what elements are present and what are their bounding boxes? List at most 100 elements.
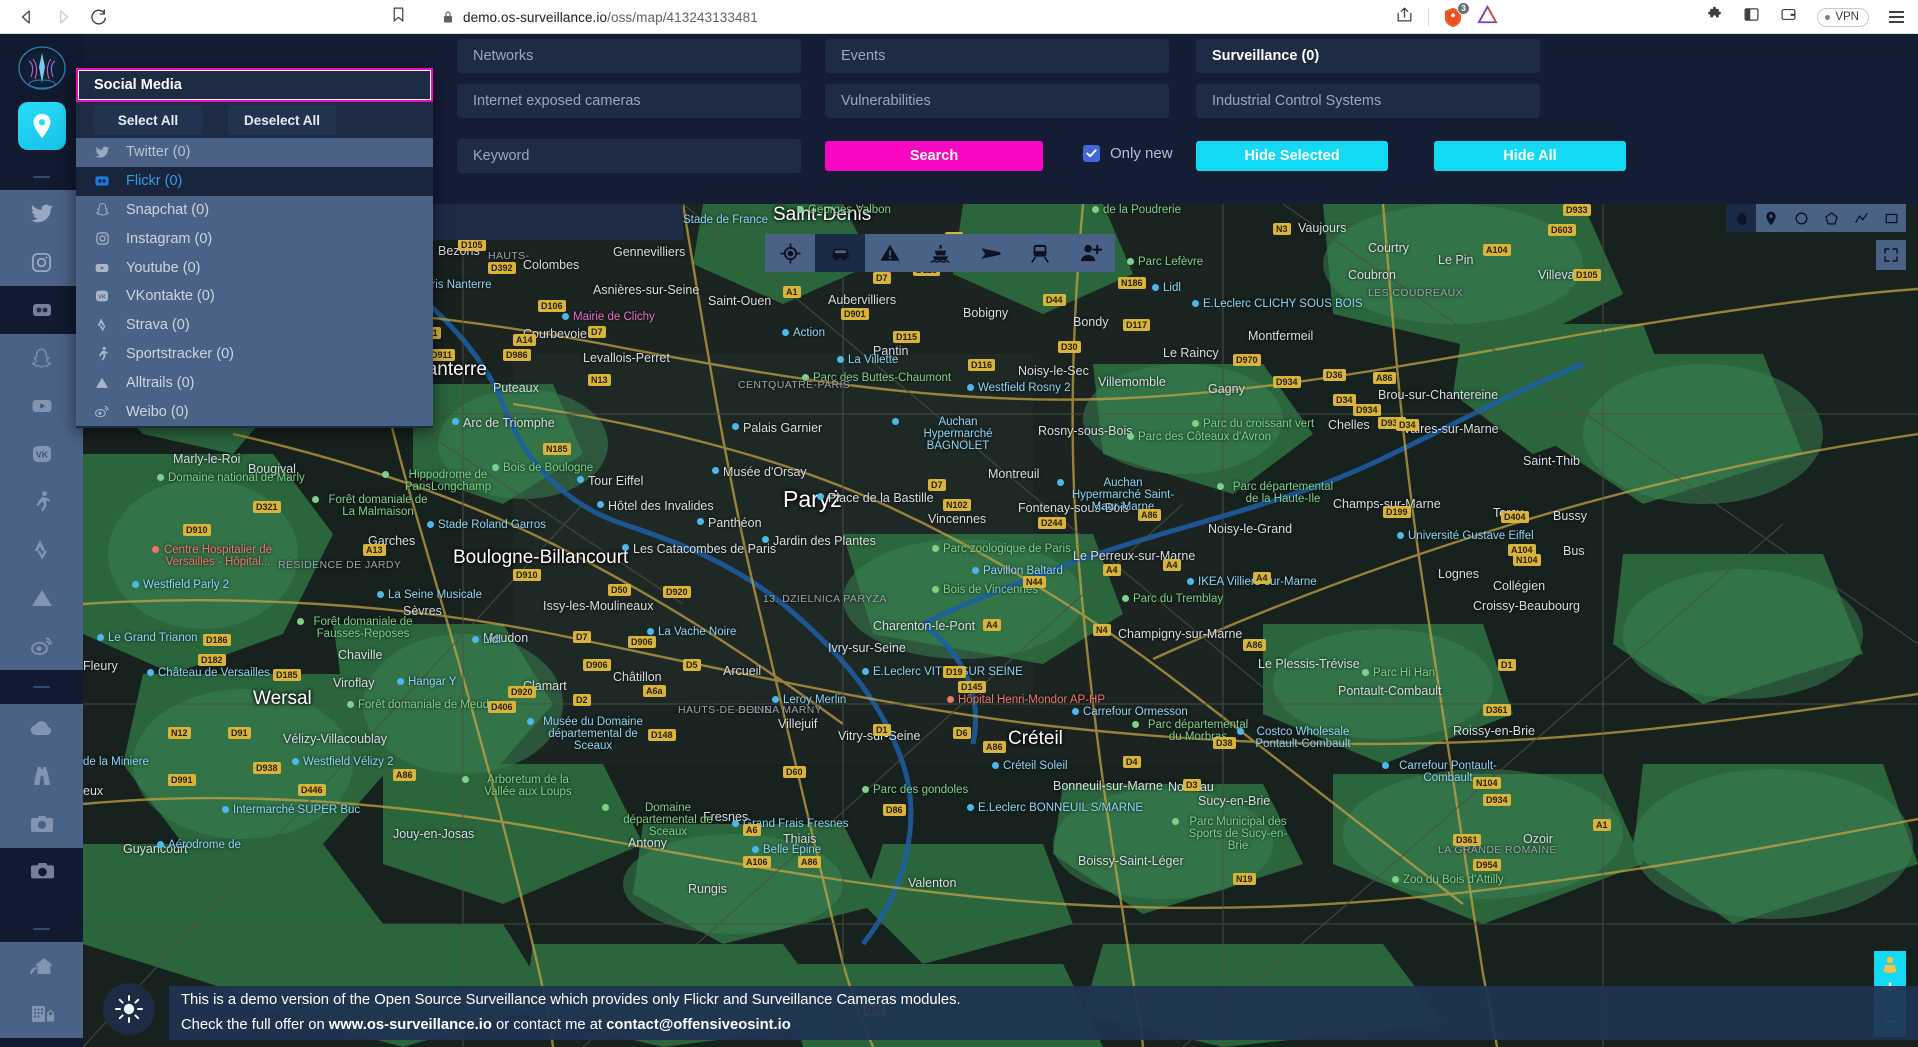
map-poi-marker[interactable] bbox=[292, 758, 299, 765]
sidebar-item-youtube[interactable] bbox=[0, 382, 83, 430]
map-poi-marker[interactable] bbox=[157, 841, 164, 848]
map-poi-marker[interactable] bbox=[1127, 433, 1134, 440]
dropdown-option-alltrails[interactable]: Alltrails (0) bbox=[76, 368, 433, 397]
hamburger-menu-icon[interactable] bbox=[1889, 11, 1904, 22]
cameras-input[interactable]: Internet exposed cameras bbox=[457, 84, 801, 118]
back-arrow-icon[interactable] bbox=[12, 2, 42, 32]
vpn-status-pill[interactable]: VPN bbox=[1817, 8, 1869, 27]
deselect-all-button[interactable]: Deselect All bbox=[228, 105, 336, 135]
sidebar-item-alltrails[interactable] bbox=[0, 574, 83, 622]
search-button[interactable]: Search bbox=[825, 141, 1043, 171]
warning-triangle-icon[interactable] bbox=[865, 234, 915, 272]
map-poi-marker[interactable] bbox=[892, 418, 899, 425]
map-poi-marker[interactable] bbox=[597, 501, 604, 508]
map-poi-marker[interactable] bbox=[472, 636, 479, 643]
dropdown-option-sportstracker[interactable]: Sportstracker (0) bbox=[76, 340, 433, 369]
map-poi-marker[interactable] bbox=[1127, 258, 1134, 265]
dropdown-option-twitter[interactable]: Twitter (0) bbox=[76, 138, 433, 167]
ship-icon[interactable] bbox=[915, 234, 965, 272]
map-poi-marker[interactable] bbox=[967, 384, 974, 391]
bookmark-icon[interactable] bbox=[390, 6, 407, 28]
map-poi-marker[interactable] bbox=[622, 544, 629, 551]
map-poi-marker[interactable] bbox=[967, 804, 974, 811]
map-poi-marker[interactable] bbox=[947, 696, 954, 703]
map-poi-marker[interactable] bbox=[837, 356, 844, 363]
circle-draw-icon[interactable] bbox=[1786, 204, 1816, 232]
map-poi-marker[interactable] bbox=[382, 471, 389, 478]
map-poi-marker[interactable] bbox=[932, 586, 939, 593]
networks-input[interactable]: Networks bbox=[457, 39, 801, 73]
dropdown-option-youtube[interactable]: Youtube (0) bbox=[76, 253, 433, 282]
brave-shield-icon[interactable]: 3 bbox=[1443, 7, 1463, 28]
map-poi-marker[interactable] bbox=[347, 701, 354, 708]
map-poi-marker[interactable] bbox=[1192, 300, 1199, 307]
sidebar-item-smart-home[interactable] bbox=[0, 942, 83, 990]
map-poi-marker[interactable] bbox=[782, 329, 789, 336]
map-poi-marker[interactable] bbox=[297, 618, 304, 625]
map-poi-marker[interactable] bbox=[147, 669, 154, 676]
sidebar-item-twitter[interactable] bbox=[0, 190, 83, 238]
sidebar-item-instagram[interactable] bbox=[0, 238, 83, 286]
social-media-select[interactable]: Social Media bbox=[76, 68, 433, 102]
dropdown-option-weibo[interactable]: Weibo (0) bbox=[76, 397, 433, 426]
map-poi-marker[interactable] bbox=[992, 762, 999, 769]
surveillance-select[interactable]: Surveillance (0) bbox=[1196, 39, 1540, 73]
map-poi-marker[interactable] bbox=[762, 536, 769, 543]
address-bar[interactable]: demo.os-surveillance.io/oss/map/41324313… bbox=[430, 5, 1260, 29]
map-poi-marker[interactable] bbox=[817, 493, 824, 500]
sidebar-item-flickr[interactable] bbox=[0, 286, 83, 334]
dropdown-option-flickr[interactable]: Flickr (0) bbox=[76, 167, 433, 196]
sidebar-toggle-icon[interactable] bbox=[1743, 6, 1760, 28]
sidebar-item-strava[interactable] bbox=[0, 526, 83, 574]
fullscreen-icon[interactable] bbox=[1876, 240, 1906, 270]
dropdown-option-strava[interactable]: Strava (0) bbox=[76, 311, 433, 340]
map-poi-marker[interactable] bbox=[802, 374, 809, 381]
map-poi-marker[interactable] bbox=[752, 846, 759, 853]
sidebar-item-binoculars[interactable] bbox=[0, 752, 83, 800]
map-poi-marker[interactable] bbox=[222, 806, 229, 813]
map-poi-marker[interactable] bbox=[452, 418, 459, 425]
ics-input[interactable]: Industrial Control Systems bbox=[1196, 84, 1540, 118]
brave-leo-icon[interactable] bbox=[1477, 5, 1498, 29]
map-poi-marker[interactable] bbox=[492, 464, 499, 471]
map-poi-marker[interactable] bbox=[132, 581, 139, 588]
map-poi-marker[interactable] bbox=[862, 786, 869, 793]
map-poi-marker[interactable] bbox=[1187, 578, 1194, 585]
map-poi-marker[interactable] bbox=[1392, 876, 1399, 883]
map-poi-marker[interactable] bbox=[1092, 206, 1099, 213]
sidebar-item-surveillance-camera[interactable] bbox=[0, 848, 83, 896]
map-poi-marker[interactable] bbox=[562, 313, 569, 320]
wallet-icon[interactable] bbox=[1780, 6, 1797, 28]
only-new-checkbox[interactable]: Only new bbox=[1083, 145, 1173, 162]
events-input[interactable]: Events bbox=[825, 39, 1169, 73]
map-poi-marker[interactable] bbox=[732, 820, 739, 827]
map-poi-marker[interactable] bbox=[1172, 818, 1179, 825]
dropdown-option-vkontakte[interactable]: VK VKontakte (0) bbox=[76, 282, 433, 311]
select-all-button[interactable]: Select All bbox=[94, 105, 202, 135]
airplane-icon[interactable] bbox=[965, 234, 1015, 272]
pan-hand-icon[interactable] bbox=[1726, 204, 1756, 232]
map-poi-marker[interactable] bbox=[602, 804, 609, 811]
map-poi-marker[interactable] bbox=[1152, 284, 1159, 291]
hide-selected-button[interactable]: Hide Selected bbox=[1196, 141, 1388, 171]
map-poi-marker[interactable] bbox=[1382, 762, 1389, 769]
map-poi-marker[interactable] bbox=[1237, 728, 1244, 735]
hide-all-button[interactable]: Hide All bbox=[1434, 141, 1626, 171]
polyline-draw-icon[interactable] bbox=[1846, 204, 1876, 232]
map-poi-marker[interactable] bbox=[712, 467, 719, 474]
car-icon[interactable] bbox=[815, 234, 865, 272]
map-poi-marker[interactable] bbox=[462, 776, 469, 783]
map-poi-marker[interactable] bbox=[732, 423, 739, 430]
sidebar-item-snapchat[interactable] bbox=[0, 334, 83, 382]
map-poi-marker[interactable] bbox=[97, 634, 104, 641]
map-poi-marker[interactable] bbox=[862, 668, 869, 675]
map-poi-marker[interactable] bbox=[577, 476, 584, 483]
map-poi-marker[interactable] bbox=[157, 474, 164, 481]
map-poi-marker[interactable] bbox=[1057, 479, 1064, 486]
map-poi-marker[interactable] bbox=[152, 546, 159, 553]
train-icon[interactable] bbox=[1015, 234, 1065, 272]
map-poi-marker[interactable] bbox=[1122, 595, 1129, 602]
crosshair-target-icon[interactable] bbox=[765, 234, 815, 272]
map-poi-marker[interactable] bbox=[527, 718, 534, 725]
sidebar-item-map[interactable] bbox=[18, 102, 66, 150]
